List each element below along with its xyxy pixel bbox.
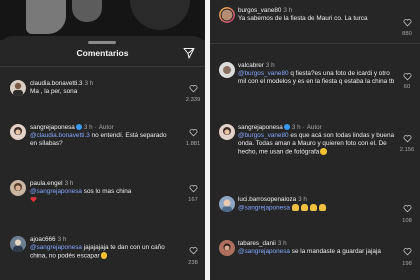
heart-icon[interactable] — [189, 246, 198, 255]
heart-icon[interactable] — [403, 72, 412, 81]
comment-text: @sangrejaponesa — [238, 204, 398, 213]
avatar[interactable] — [10, 180, 26, 196]
heart-icon[interactable] — [403, 247, 412, 256]
heart-icon[interactable] — [403, 134, 412, 143]
heart-icon[interactable] — [189, 84, 198, 93]
avatar[interactable] — [219, 124, 235, 140]
username[interactable]: tabares_danii — [238, 240, 276, 247]
comment-text: @claudia.bonavetti.3 no entendí. Está se… — [30, 132, 167, 148]
timestamp: 3 h — [277, 240, 287, 247]
like-count: 880 — [402, 31, 412, 37]
clapping-hands-emoji-icon — [318, 204, 326, 211]
timestamp: 3 h — [265, 62, 275, 69]
avatar[interactable] — [10, 80, 26, 96]
screenshot-collage: Comentarios claudia.bonavetti.3 3 h Ma , … — [0, 0, 420, 280]
username[interactable]: paula.engel — [30, 180, 63, 187]
divider — [210, 43, 420, 44]
avatar[interactable] — [219, 7, 235, 23]
grinning-sweat-emoji-icon — [320, 148, 327, 155]
clapping-hands-emoji-icon — [300, 204, 308, 211]
mention-link[interactable]: @burgos_vane80 — [238, 70, 289, 77]
mention-link[interactable]: @sangrejaponesa — [30, 244, 82, 251]
comment-text: @burgos_vane80 es que acá son todas lind… — [238, 132, 395, 156]
timestamp: 3 h — [291, 124, 301, 131]
timestamp: 3 h — [298, 196, 307, 203]
timestamp: 3 h — [84, 80, 94, 87]
heart-icon[interactable] — [403, 204, 412, 213]
like-count: 1.881 — [185, 141, 201, 147]
heart-icon[interactable] — [189, 128, 198, 137]
divider — [0, 66, 205, 67]
right-comments-panel: burgos_vane80 3 h Ya sabemos de la fiesta… — [210, 0, 420, 280]
send-icon[interactable] — [183, 47, 195, 59]
mention-link[interactable]: @burgos_vane80 — [238, 132, 289, 139]
avatar[interactable] — [219, 196, 235, 212]
left-comments-panel: Comentarios claudia.bonavetti.3 3 h Ma , … — [0, 0, 205, 280]
like-count: 238 — [188, 260, 198, 266]
username[interactable]: sangrejaponesa — [238, 124, 283, 131]
like-count: 2.339 — [185, 97, 201, 103]
red-heart-emoji-icon — [30, 197, 37, 203]
verified-badge-icon — [75, 124, 82, 130]
username[interactable]: burgos_vane80 — [238, 7, 281, 14]
comment-text: Ma , la per, sona — [30, 88, 78, 95]
verified-badge-icon — [283, 124, 290, 130]
mention-link[interactable]: @claudia.bonavetti.3 — [30, 132, 90, 139]
clapping-hands-emoji-icon — [291, 204, 299, 211]
username[interactable]: sangrejaponesa — [30, 124, 75, 131]
like-count: 108 — [402, 218, 412, 224]
username[interactable]: valcabrer — [238, 62, 264, 69]
avatar[interactable] — [10, 124, 26, 140]
clapping-hands-emoji-icon — [309, 204, 317, 211]
background-photo — [0, 0, 205, 40]
comment-text: @burgos_vane80 q fiesta?es una foto de i… — [238, 70, 395, 86]
sheet-title: Comentarios — [76, 48, 129, 58]
mention-link[interactable]: @sangrejaponesa — [30, 188, 82, 195]
author-label: Autor — [306, 124, 322, 131]
comment-text: @sangrejaponesa sos lo mas china — [30, 188, 175, 206]
like-count: 167 — [188, 197, 198, 203]
grinning-sweat-emoji-icon — [100, 252, 108, 259]
avatar[interactable] — [219, 240, 235, 256]
like-count: 198 — [402, 261, 412, 267]
avatar[interactable] — [219, 62, 235, 78]
comment-text: Ya sabemos de la fiesta de Mauri co. La … — [238, 15, 368, 22]
like-count: 2.156 — [399, 147, 415, 153]
comment-text: @sangrejaponesa jajajajaja te dan con un… — [30, 244, 165, 260]
username[interactable]: ajoac666 — [30, 236, 56, 243]
avatar[interactable] — [10, 236, 26, 252]
timestamp: 3 h — [57, 236, 67, 243]
mention-link[interactable]: @sangrejaponesa — [238, 205, 290, 212]
mention-link[interactable]: @sangrejaponesa — [238, 248, 290, 255]
username[interactable]: claudia.bonavetti.3 — [30, 80, 83, 87]
drag-handle[interactable] — [88, 41, 116, 44]
author-label: Autor — [98, 124, 114, 131]
username[interactable]: luci.barrosopenaloza — [238, 196, 296, 203]
timestamp: 3 h — [83, 124, 93, 131]
heart-icon[interactable] — [189, 184, 198, 193]
timestamp: 3 h — [283, 7, 293, 14]
heart-icon[interactable] — [403, 18, 412, 27]
like-count: 60 — [403, 84, 411, 90]
comments-sheet: Comentarios claudia.bonavetti.3 3 h Ma , … — [0, 36, 205, 280]
comment-text: @sangrejaponesa se la mandaste a guardar… — [238, 248, 381, 255]
timestamp: 3 h — [64, 180, 74, 187]
